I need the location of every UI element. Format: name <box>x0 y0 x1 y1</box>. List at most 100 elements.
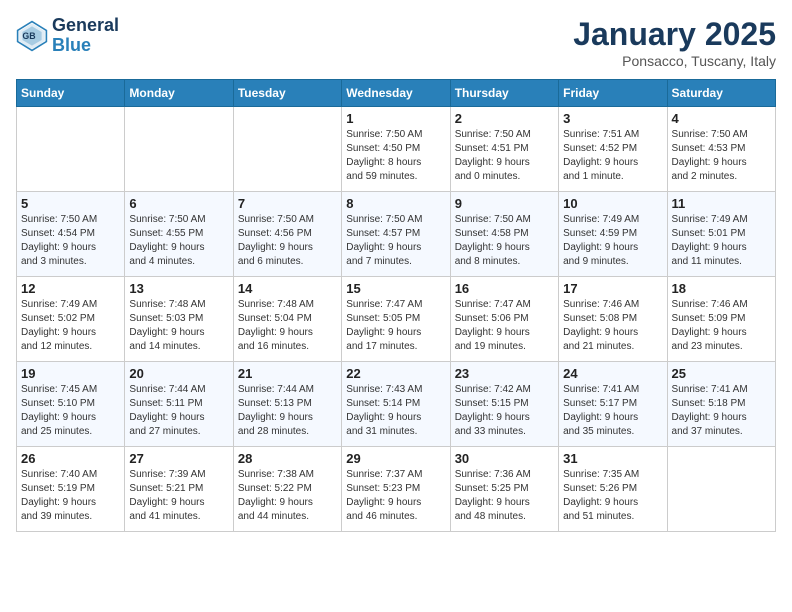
day-number: 14 <box>238 281 337 296</box>
calendar-cell: 1 Sunrise: 7:50 AMSunset: 4:50 PMDaylight… <box>342 107 450 192</box>
day-info: Sunrise: 7:36 AMSunset: 5:25 PMDaylight:… <box>455 468 554 524</box>
day-number: 30 <box>455 451 554 466</box>
calendar-cell: 19Sunrise: 7:45 AMSunset: 5:10 PMDayligh… <box>17 362 125 447</box>
day-info: Sunrise: 7:41 AMSunset: 5:17 PMDaylight:… <box>563 383 662 439</box>
calendar-cell: 7 Sunrise: 7:50 AMSunset: 4:56 PMDaylight… <box>233 192 341 277</box>
calendar-cell: 22Sunrise: 7:43 AMSunset: 5:14 PMDayligh… <box>342 362 450 447</box>
day-number: 31 <box>563 451 662 466</box>
day-number: 24 <box>563 366 662 381</box>
calendar-cell: 10 Sunrise: 7:49 AMSunset: 4:59 PMDayligh… <box>559 192 667 277</box>
calendar-cell: 23 Sunrise: 7:42 AMSunset: 5:15 PMDayligh… <box>450 362 558 447</box>
calendar-cell: 27 Sunrise: 7:39 AMSunset: 5:21 PMDayligh… <box>125 447 233 532</box>
calendar-cell <box>17 107 125 192</box>
day-number: 13 <box>129 281 228 296</box>
weekday-header-sunday: Sunday <box>17 80 125 107</box>
calendar-cell: 20Sunrise: 7:44 AMSunset: 5:11 PMDayligh… <box>125 362 233 447</box>
day-number: 16 <box>455 281 554 296</box>
weekday-header-wednesday: Wednesday <box>342 80 450 107</box>
calendar-subtitle: Ponsacco, Tuscany, Italy <box>573 53 776 69</box>
calendar-cell <box>233 107 341 192</box>
day-info: Sunrise: 7:49 AMSunset: 4:59 PMDaylight:… <box>563 213 662 269</box>
title-area: January 2025 Ponsacco, Tuscany, Italy <box>573 16 776 69</box>
calendar-cell: 30 Sunrise: 7:36 AMSunset: 5:25 PMDayligh… <box>450 447 558 532</box>
day-number: 11 <box>672 196 771 211</box>
day-info: Sunrise: 7:50 AMSunset: 4:51 PMDaylight:… <box>455 128 554 184</box>
day-number: 18 <box>672 281 771 296</box>
day-info: Sunrise: 7:49 AMSunset: 5:02 PMDaylight:… <box>21 298 120 354</box>
day-info: Sunrise: 7:50 AMSunset: 4:55 PMDaylight:… <box>129 213 228 269</box>
day-number: 7 <box>238 196 337 211</box>
day-info: Sunrise: 7:47 AMSunset: 5:05 PMDaylight:… <box>346 298 445 354</box>
calendar-week-row: 1 Sunrise: 7:50 AMSunset: 4:50 PMDaylight… <box>17 107 776 192</box>
day-number: 29 <box>346 451 445 466</box>
day-info: Sunrise: 7:51 AMSunset: 4:52 PMDaylight:… <box>563 128 662 184</box>
weekday-header-tuesday: Tuesday <box>233 80 341 107</box>
day-number: 1 <box>346 111 445 126</box>
day-info: Sunrise: 7:48 AMSunset: 5:04 PMDaylight:… <box>238 298 337 354</box>
calendar-cell <box>125 107 233 192</box>
day-info: Sunrise: 7:44 AMSunset: 5:13 PMDaylight:… <box>238 383 337 439</box>
day-number: 27 <box>129 451 228 466</box>
day-info: Sunrise: 7:50 AMSunset: 4:50 PMDaylight:… <box>346 128 445 184</box>
day-info: Sunrise: 7:47 AMSunset: 5:06 PMDaylight:… <box>455 298 554 354</box>
day-info: Sunrise: 7:45 AMSunset: 5:10 PMDaylight:… <box>21 383 120 439</box>
calendar-cell: 25Sunrise: 7:41 AMSunset: 5:18 PMDayligh… <box>667 362 775 447</box>
calendar-cell: 3Sunrise: 7:51 AMSunset: 4:52 PMDaylight… <box>559 107 667 192</box>
calendar-cell: 8 Sunrise: 7:50 AMSunset: 4:57 PMDaylight… <box>342 192 450 277</box>
calendar-cell: 18 Sunrise: 7:46 AMSunset: 5:09 PMDayligh… <box>667 277 775 362</box>
calendar-table: SundayMondayTuesdayWednesdayThursdayFrid… <box>16 79 776 532</box>
calendar-cell: 2 Sunrise: 7:50 AMSunset: 4:51 PMDaylight… <box>450 107 558 192</box>
day-info: Sunrise: 7:37 AMSunset: 5:23 PMDaylight:… <box>346 468 445 524</box>
calendar-cell: 17Sunrise: 7:46 AMSunset: 5:08 PMDayligh… <box>559 277 667 362</box>
day-info: Sunrise: 7:50 AMSunset: 4:57 PMDaylight:… <box>346 213 445 269</box>
day-info: Sunrise: 7:41 AMSunset: 5:18 PMDaylight:… <box>672 383 771 439</box>
calendar-week-row: 12 Sunrise: 7:49 AMSunset: 5:02 PMDayligh… <box>17 277 776 362</box>
day-number: 10 <box>563 196 662 211</box>
page-header: GB General Blue January 2025 Ponsacco, T… <box>16 16 776 69</box>
calendar-cell: 9Sunrise: 7:50 AMSunset: 4:58 PMDaylight… <box>450 192 558 277</box>
calendar-cell: 28 Sunrise: 7:38 AMSunset: 5:22 PMDayligh… <box>233 447 341 532</box>
weekday-header-friday: Friday <box>559 80 667 107</box>
day-info: Sunrise: 7:50 AMSunset: 4:54 PMDaylight:… <box>21 213 120 269</box>
logo-blue: Blue <box>52 36 119 56</box>
day-info: Sunrise: 7:40 AMSunset: 5:19 PMDaylight:… <box>21 468 120 524</box>
weekday-header-monday: Monday <box>125 80 233 107</box>
calendar-cell: 26Sunrise: 7:40 AMSunset: 5:19 PMDayligh… <box>17 447 125 532</box>
calendar-cell: 31Sunrise: 7:35 AMSunset: 5:26 PMDayligh… <box>559 447 667 532</box>
calendar-cell: 12 Sunrise: 7:49 AMSunset: 5:02 PMDayligh… <box>17 277 125 362</box>
weekday-header-saturday: Saturday <box>667 80 775 107</box>
day-info: Sunrise: 7:46 AMSunset: 5:08 PMDaylight:… <box>563 298 662 354</box>
day-number: 2 <box>455 111 554 126</box>
calendar-cell: 5 Sunrise: 7:50 AMSunset: 4:54 PMDaylight… <box>17 192 125 277</box>
day-info: Sunrise: 7:42 AMSunset: 5:15 PMDaylight:… <box>455 383 554 439</box>
weekday-header-thursday: Thursday <box>450 80 558 107</box>
day-number: 6 <box>129 196 228 211</box>
calendar-week-row: 5 Sunrise: 7:50 AMSunset: 4:54 PMDaylight… <box>17 192 776 277</box>
weekday-header-row: SundayMondayTuesdayWednesdayThursdayFrid… <box>17 80 776 107</box>
calendar-week-row: 26Sunrise: 7:40 AMSunset: 5:19 PMDayligh… <box>17 447 776 532</box>
day-number: 21 <box>238 366 337 381</box>
day-number: 15 <box>346 281 445 296</box>
svg-text:GB: GB <box>22 31 35 41</box>
calendar-cell: 15 Sunrise: 7:47 AMSunset: 5:05 PMDayligh… <box>342 277 450 362</box>
calendar-cell: 21 Sunrise: 7:44 AMSunset: 5:13 PMDayligh… <box>233 362 341 447</box>
day-info: Sunrise: 7:50 AMSunset: 4:56 PMDaylight:… <box>238 213 337 269</box>
calendar-cell: 24 Sunrise: 7:41 AMSunset: 5:17 PMDayligh… <box>559 362 667 447</box>
logo: GB General Blue <box>16 16 119 56</box>
day-number: 5 <box>21 196 120 211</box>
calendar-cell: 11Sunrise: 7:49 AMSunset: 5:01 PMDayligh… <box>667 192 775 277</box>
day-info: Sunrise: 7:38 AMSunset: 5:22 PMDaylight:… <box>238 468 337 524</box>
day-info: Sunrise: 7:39 AMSunset: 5:21 PMDaylight:… <box>129 468 228 524</box>
day-number: 28 <box>238 451 337 466</box>
day-number: 20 <box>129 366 228 381</box>
calendar-cell <box>667 447 775 532</box>
calendar-title: January 2025 <box>573 16 776 53</box>
day-number: 8 <box>346 196 445 211</box>
calendar-cell: 4Sunrise: 7:50 AMSunset: 4:53 PMDaylight… <box>667 107 775 192</box>
day-number: 23 <box>455 366 554 381</box>
calendar-cell: 16 Sunrise: 7:47 AMSunset: 5:06 PMDayligh… <box>450 277 558 362</box>
day-number: 22 <box>346 366 445 381</box>
day-number: 12 <box>21 281 120 296</box>
day-info: Sunrise: 7:46 AMSunset: 5:09 PMDaylight:… <box>672 298 771 354</box>
calendar-cell: 29 Sunrise: 7:37 AMSunset: 5:23 PMDayligh… <box>342 447 450 532</box>
